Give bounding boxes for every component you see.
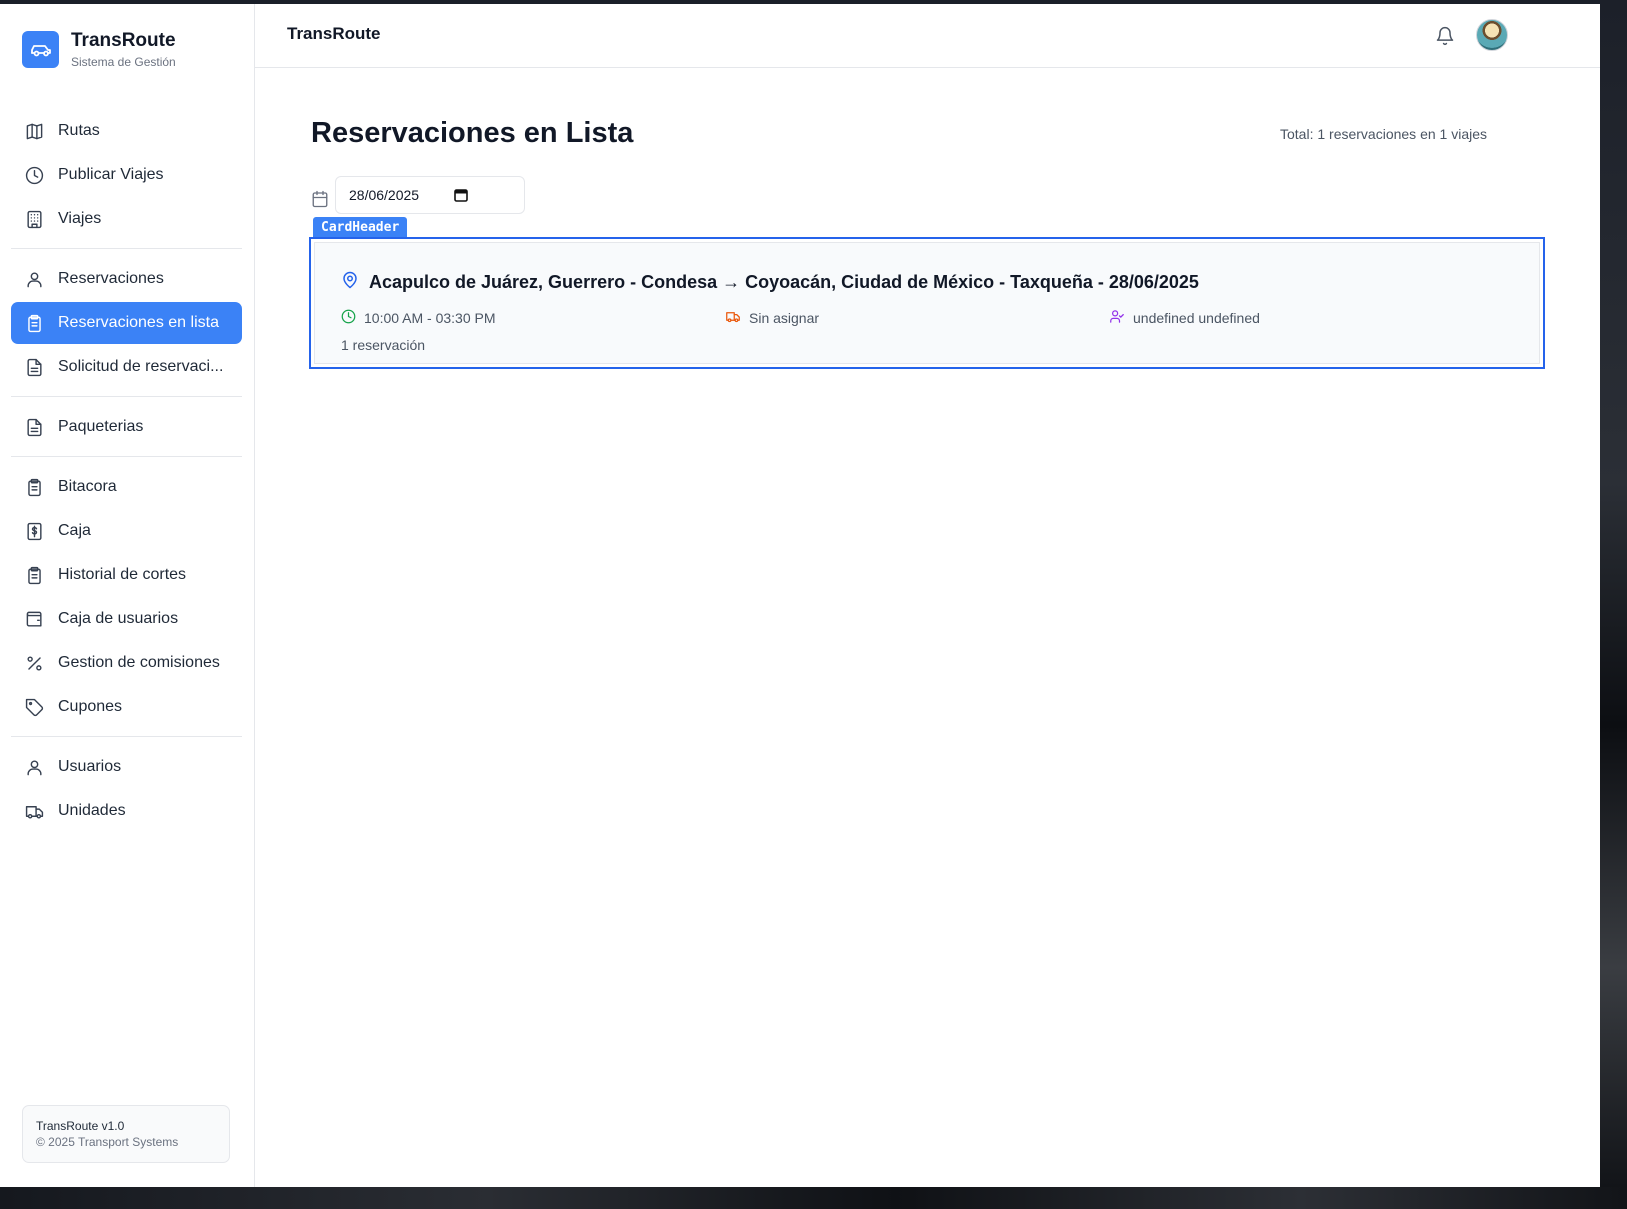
sidebar-item-label: Bitacora: [58, 478, 117, 495]
sidebar-item-label: Caja: [58, 522, 91, 539]
sidebar-nav: Rutas Publicar Viajes Viajes Reservaciones R…: [11, 110, 242, 834]
nav-divider: [11, 456, 242, 457]
sidebar-item-label: Cupones: [58, 698, 123, 715]
sidebar: TransRoute Sistema de Gestión Rutas Publi…: [0, 4, 255, 1187]
sidebar-item-historial-de-cortes[interactable]: Historial de cortes: [11, 554, 242, 596]
clipboard-icon: [24, 477, 44, 497]
version-label: TransRoute v1.0: [36, 1119, 125, 1133]
truck-icon: [24, 801, 44, 821]
sidebar-item-rutas[interactable]: Rutas: [11, 110, 242, 152]
trip-time: 10:00 AM - 03:30 PM: [341, 309, 496, 327]
trip-route-row: Acapulco de Juárez, Guerrero - Condesa →…: [341, 270, 1199, 295]
app-window: TransRoute Sistema de Gestión Rutas Publi…: [0, 4, 1600, 1187]
dollar-receipt-icon: [24, 521, 44, 541]
building-icon: [24, 209, 44, 229]
header-title: TransRoute: [287, 24, 381, 43]
bell-icon[interactable]: [1435, 26, 1455, 46]
trip-vehicle: Sin asignar: [725, 309, 819, 327]
sidebar-item-label: Reservaciones: [58, 270, 164, 287]
sidebar-item-label: Solicitud de reservaci...: [58, 358, 224, 375]
wallet-icon: [24, 609, 44, 629]
user-check-icon: [1109, 309, 1125, 327]
page-title: Reservaciones en Lista: [311, 117, 634, 149]
brand-subtitle: Sistema de Gestión: [71, 55, 176, 69]
sidebar-item-label: Paqueterias: [58, 418, 144, 435]
sidebar-item-caja[interactable]: Caja: [11, 510, 242, 552]
document-icon: [24, 357, 44, 377]
avatar[interactable]: [1476, 19, 1508, 51]
sidebar-item-label: Gestion de comisiones: [58, 654, 220, 671]
sidebar-item-label: Historial de cortes: [58, 566, 187, 583]
trip-driver-label: undefined undefined: [1133, 310, 1260, 326]
trip-card[interactable]: Acapulco de Juárez, Guerrero - Condesa →…: [309, 237, 1545, 369]
clock-icon: [341, 309, 356, 327]
sidebar-item-gestion-de-comisiones[interactable]: Gestion de comisiones: [11, 642, 242, 684]
percent-icon: [24, 653, 44, 673]
user-icon: [24, 757, 44, 777]
tag-icon: [24, 697, 44, 717]
sidebar-item-unidades[interactable]: Unidades: [11, 790, 242, 832]
sidebar-item-reservaciones[interactable]: Reservaciones: [11, 258, 242, 300]
top-bar: TransRoute: [255, 4, 1600, 68]
sidebar-item-reservaciones-en-lista[interactable]: Reservaciones en lista: [11, 302, 242, 344]
reservation-count: 1 reservación: [341, 337, 426, 353]
sidebar-item-label: Usuarios: [58, 758, 122, 775]
total-summary: Total: 1 reservaciones en 1 viajes: [1280, 126, 1487, 142]
sidebar-item-bitacora[interactable]: Bitacora: [11, 466, 242, 508]
trip-vehicle-label: Sin asignar: [749, 310, 820, 326]
copyright-label: © 2025 Transport Systems: [36, 1135, 179, 1149]
sidebar-item-viajes[interactable]: Viajes: [11, 198, 242, 240]
date-picker-icon[interactable]: [454, 188, 468, 202]
version-box: TransRoute v1.0 © 2025 Transport Systems: [22, 1105, 230, 1163]
sidebar-item-label: Rutas: [58, 122, 100, 139]
card-header: Acapulco de Juárez, Guerrero - Condesa →…: [314, 242, 1540, 364]
sidebar-item-publicar-viajes[interactable]: Publicar Viajes: [11, 154, 242, 196]
nav-divider: [11, 736, 242, 737]
nav-divider: [11, 248, 242, 249]
trip-time-label: 10:00 AM - 03:30 PM: [364, 310, 496, 326]
clock-icon: [24, 165, 44, 185]
sidebar-item-label: Viajes: [58, 210, 102, 227]
date-value: 28/06/2025: [349, 187, 420, 203]
car-icon: [22, 31, 59, 68]
sidebar-item-usuarios[interactable]: Usuarios: [11, 746, 242, 788]
sidebar-item-label: Reservaciones en lista: [58, 314, 219, 331]
sidebar-item-paqueterias[interactable]: Paqueterias: [11, 406, 242, 448]
sidebar-item-cupones[interactable]: Cupones: [11, 686, 242, 728]
sidebar-item-label: Publicar Viajes: [58, 166, 164, 183]
clipboard-icon: [24, 313, 44, 333]
sidebar-item-label: Unidades: [58, 802, 126, 819]
clipboard-icon: [24, 565, 44, 585]
debug-component-tag: CardHeader: [313, 217, 408, 239]
brand[interactable]: TransRoute Sistema de Gestión: [22, 30, 176, 69]
brand-title: TransRoute: [71, 30, 176, 51]
truck-icon: [725, 309, 741, 327]
nav-divider: [11, 396, 242, 397]
trip-driver: undefined undefined: [1109, 309, 1260, 327]
trip-route: Acapulco de Juárez, Guerrero - Condesa →…: [369, 272, 1199, 292]
map-pin-icon: [341, 270, 359, 295]
user-icon: [24, 269, 44, 289]
calendar-icon: [311, 190, 329, 208]
map-icon: [24, 121, 44, 141]
sidebar-item-label: Caja de usuarios: [58, 610, 179, 627]
sidebar-item-solicitud-de-reservaci[interactable]: Solicitud de reservaci...: [11, 346, 242, 388]
document-icon: [24, 417, 44, 437]
sidebar-item-caja-de-usuarios[interactable]: Caja de usuarios: [11, 598, 242, 640]
date-filter-input[interactable]: 28/06/2025: [335, 176, 525, 214]
